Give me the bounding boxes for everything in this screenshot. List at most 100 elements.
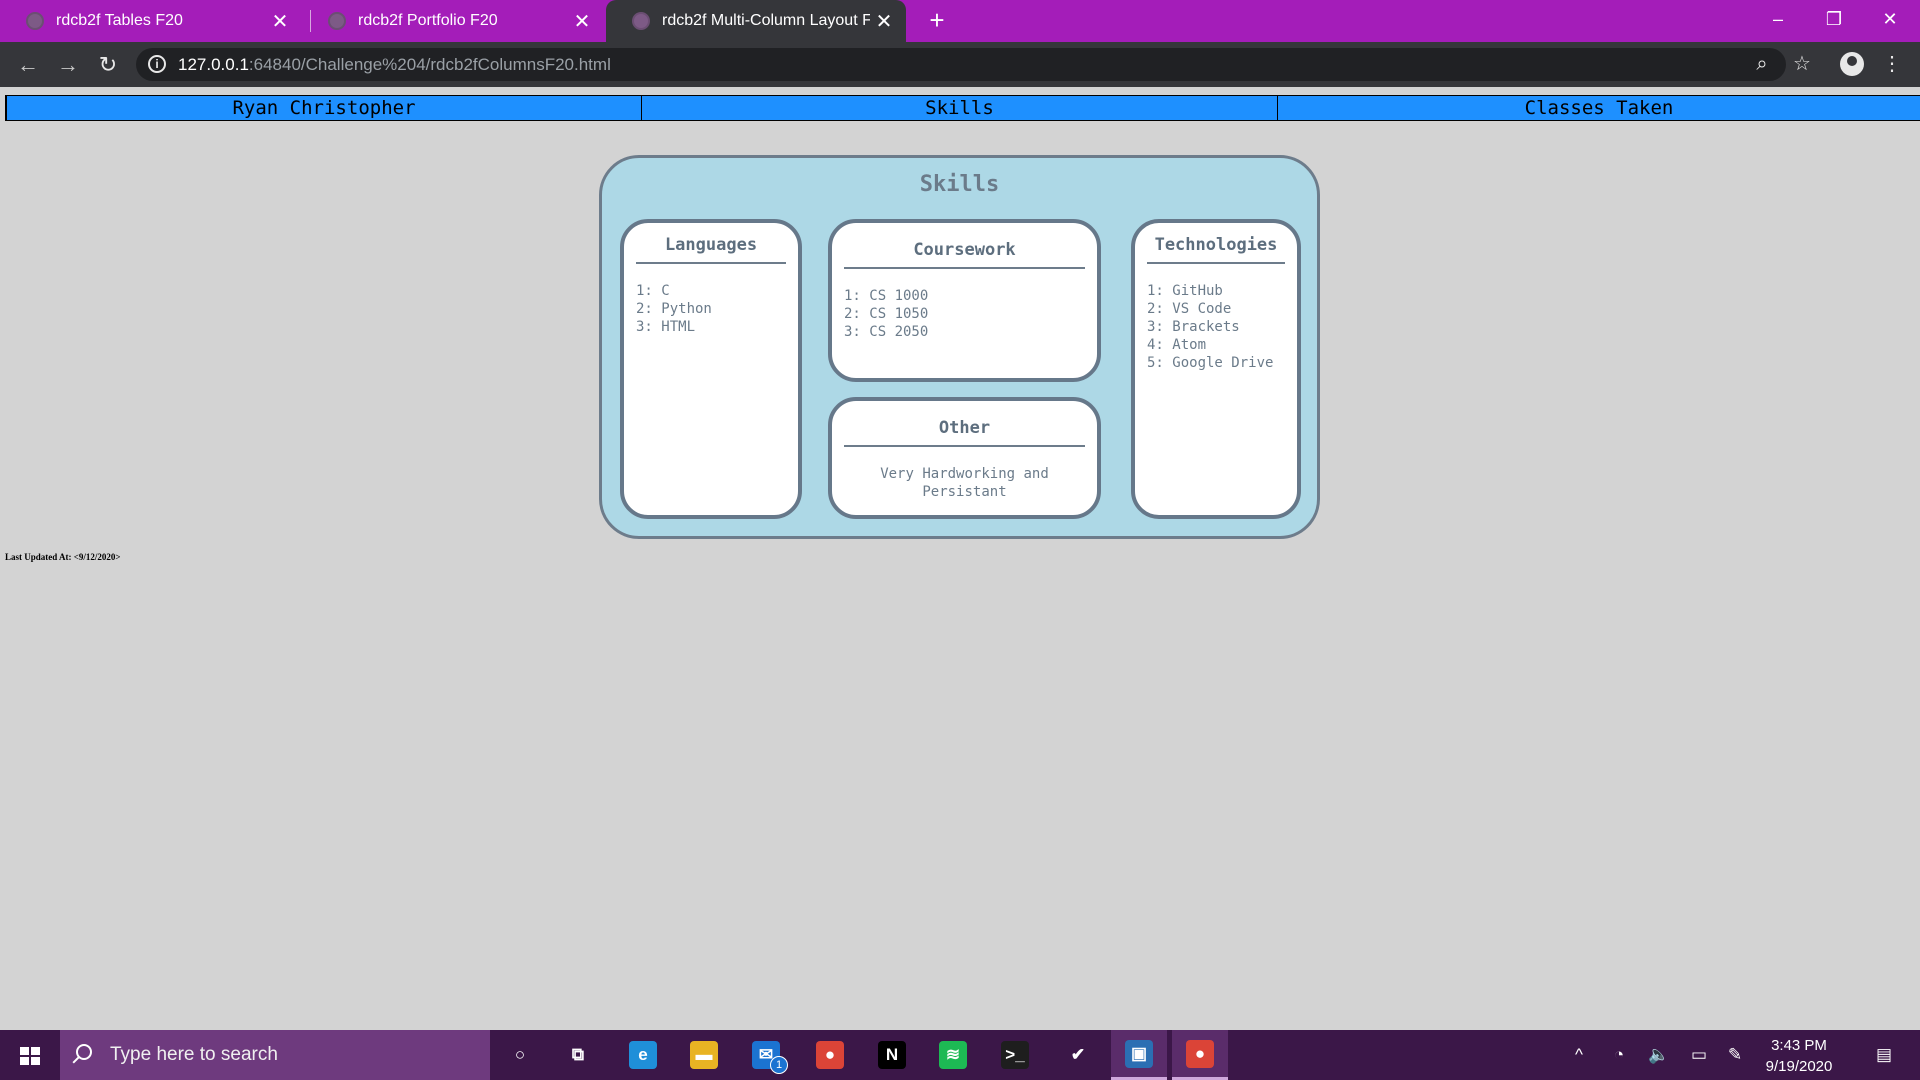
forward-button[interactable]: → xyxy=(48,42,88,87)
todo-icon: ✔ xyxy=(1070,1045,1086,1064)
taskbar-app-file-explorer[interactable]: ▬ xyxy=(676,1030,732,1080)
clock-time: 3:43 PM xyxy=(1771,1037,1827,1054)
nav-link-classes[interactable]: Classes Taken xyxy=(1277,95,1920,121)
tab-strip: rdcb2f Tables F20 ✕ rdcb2f Portfolio F20… xyxy=(0,0,1920,42)
globe-icon xyxy=(328,12,346,30)
list-item: 2: Python xyxy=(636,301,712,317)
card-title: Coursework xyxy=(913,240,1016,260)
task-view-icon: ⧉ xyxy=(571,1045,585,1064)
card-title: Languages xyxy=(664,235,758,255)
coursework-card: Coursework 1: CS 1000 2: CS 1050 3: CS 2… xyxy=(828,219,1101,382)
tab-title: rdcb2f Tables F20 xyxy=(56,12,183,29)
divider xyxy=(636,262,786,264)
list-item: 1: GitHub xyxy=(1147,283,1223,299)
list-item: 2: CS 1050 xyxy=(844,306,929,322)
chrome-icon: ● xyxy=(816,1041,844,1069)
cortana-icon: ○ xyxy=(514,1045,526,1064)
back-button[interactable]: ← xyxy=(8,42,48,87)
nav-link-skills[interactable]: Skills xyxy=(641,95,1277,121)
search-icon xyxy=(76,1044,92,1060)
clock-date: 9/19/2020 xyxy=(1765,1058,1833,1075)
reload-button[interactable]: ↻ xyxy=(88,42,128,87)
zoom-icon[interactable]: ⌕ xyxy=(1744,42,1780,87)
tray-chevron-icon[interactable]: ^ xyxy=(1564,1030,1594,1080)
card-title: Other xyxy=(938,418,991,438)
tab-title: rdcb2f Portfolio F20 xyxy=(358,12,498,29)
taskbar-app-app-box[interactable]: ▣ xyxy=(1111,1030,1167,1080)
nav-link-name[interactable]: Ryan Christopher xyxy=(5,95,641,121)
tab-tables[interactable]: rdcb2f Tables F20 ✕ xyxy=(0,0,302,42)
list-item: 1: C xyxy=(636,283,670,299)
taskbar-clock[interactable]: 3:43 PM 9/19/2020 xyxy=(1754,1035,1844,1077)
address-bar[interactable]: i 127.0.0.1:64840/Challenge%204/rdcb2fCo… xyxy=(136,48,1786,81)
list-item: 4: Atom xyxy=(1147,337,1207,353)
info-icon[interactable]: i xyxy=(148,55,166,73)
taskbar-app-todo[interactable]: ✔ xyxy=(1050,1030,1106,1080)
globe-icon xyxy=(632,12,650,30)
page-navbar: Ryan Christopher Skills Classes Taken xyxy=(5,95,1920,121)
list-item: 1: CS 1000 xyxy=(844,288,929,304)
restore-button[interactable]: ❐ xyxy=(1806,0,1862,42)
battery-icon[interactable]: ▭ xyxy=(1684,1030,1714,1080)
tab-multi-column[interactable]: rdcb2f Multi-Column Layout F20 ✕ xyxy=(606,0,906,42)
close-icon[interactable]: ✕ xyxy=(568,9,596,34)
taskbar-app-cortana[interactable]: ○ xyxy=(492,1030,548,1080)
menu-icon[interactable]: ⋮ xyxy=(1874,42,1910,87)
netflix-icon: N xyxy=(878,1041,906,1069)
list-item: 2: VS Code xyxy=(1147,301,1232,317)
divider xyxy=(1147,262,1285,264)
close-window-button[interactable]: ✕ xyxy=(1862,0,1918,42)
bookmark-star-icon[interactable]: ☆ xyxy=(1784,42,1820,87)
languages-list: 1: C 2: Python 3: HTML xyxy=(624,282,798,336)
url-text: 127.0.0.1:64840/Challenge%204/rdcb2fColu… xyxy=(178,48,611,81)
start-button[interactable] xyxy=(0,1030,58,1080)
pen-icon[interactable]: ✎ xyxy=(1720,1030,1750,1080)
app-box-icon: ▣ xyxy=(1125,1039,1153,1068)
taskbar-app-spotify[interactable]: ≋ xyxy=(925,1030,981,1080)
list-item: 3: Brackets xyxy=(1147,319,1240,335)
url-host: 127.0.0.1 xyxy=(178,55,249,74)
coursework-list: 1: CS 1000 2: CS 1050 3: CS 2050 xyxy=(832,287,1097,341)
list-item: 3: CS 2050 xyxy=(844,324,929,340)
globe-icon xyxy=(26,12,44,30)
taskbar-app-chrome[interactable]: ● xyxy=(802,1030,858,1080)
taskbar-app-terminal[interactable]: >_ xyxy=(987,1030,1043,1080)
terminal-icon: >_ xyxy=(1001,1041,1029,1069)
languages-card: Languages 1: C 2: Python 3: HTML xyxy=(620,219,802,519)
edge-icon: e xyxy=(629,1041,657,1069)
taskbar-app-task-view[interactable]: ⧉ xyxy=(550,1030,606,1080)
last-updated-text: Last Updated At: <9/12/2020> xyxy=(5,552,121,562)
other-text: Very Hardworking and Persistant xyxy=(880,466,1049,500)
new-tab-button[interactable]: + xyxy=(922,0,952,42)
card-title: Technologies xyxy=(1154,235,1278,255)
taskbar: Type here to search ○ ⧉ e ▬ ✉ 1 ● N ≋ >_ ✔ ▣ ● ^ ◔ 🔈… xyxy=(0,1030,1920,1080)
tab-portfolio[interactable]: rdcb2f Portfolio F20 ✕ xyxy=(302,0,604,42)
list-item: 5: Google Drive xyxy=(1147,355,1274,371)
browser-toolbar: ← → ↻ i 127.0.0.1:64840/Challenge%204/rd… xyxy=(0,42,1920,87)
mail-badge: 1 xyxy=(770,1056,788,1074)
profile-avatar-icon[interactable] xyxy=(1840,52,1864,76)
skills-heading: Skills xyxy=(919,172,1000,197)
volume-icon[interactable]: 🔈 xyxy=(1644,1030,1674,1080)
divider xyxy=(844,445,1085,447)
divider xyxy=(844,267,1085,269)
taskbar-app-netflix[interactable]: N xyxy=(864,1030,920,1080)
file-explorer-icon: ▬ xyxy=(690,1041,718,1069)
taskbar-app-edge[interactable]: e xyxy=(615,1030,671,1080)
windows-logo-icon xyxy=(20,1047,40,1065)
tab-title: rdcb2f Multi-Column Layout F20 xyxy=(662,12,870,29)
url-path: :64840/Challenge%204/rdcb2fColumnsF20.ht… xyxy=(248,55,611,74)
taskbar-app-mail[interactable]: ✉ 1 xyxy=(738,1030,794,1080)
chrome-active-icon: ● xyxy=(1186,1039,1214,1068)
close-icon[interactable]: ✕ xyxy=(870,9,898,34)
taskbar-app-chrome-active[interactable]: ● xyxy=(1172,1030,1228,1080)
minimize-button[interactable]: – xyxy=(1750,0,1806,42)
close-icon[interactable]: ✕ xyxy=(266,9,294,34)
search-placeholder: Type here to search xyxy=(110,1044,278,1065)
taskbar-search[interactable]: Type here to search xyxy=(60,1030,490,1080)
list-item: 3: HTML xyxy=(636,319,696,335)
notifications-icon[interactable]: ▤ xyxy=(1864,1030,1904,1080)
other-card: Other Very Hardworking and Persistant xyxy=(828,397,1101,519)
skills-container: Skills Languages 1: C 2: Python 3: HTML … xyxy=(599,155,1320,539)
network-icon[interactable]: ◔ xyxy=(1604,1030,1634,1080)
